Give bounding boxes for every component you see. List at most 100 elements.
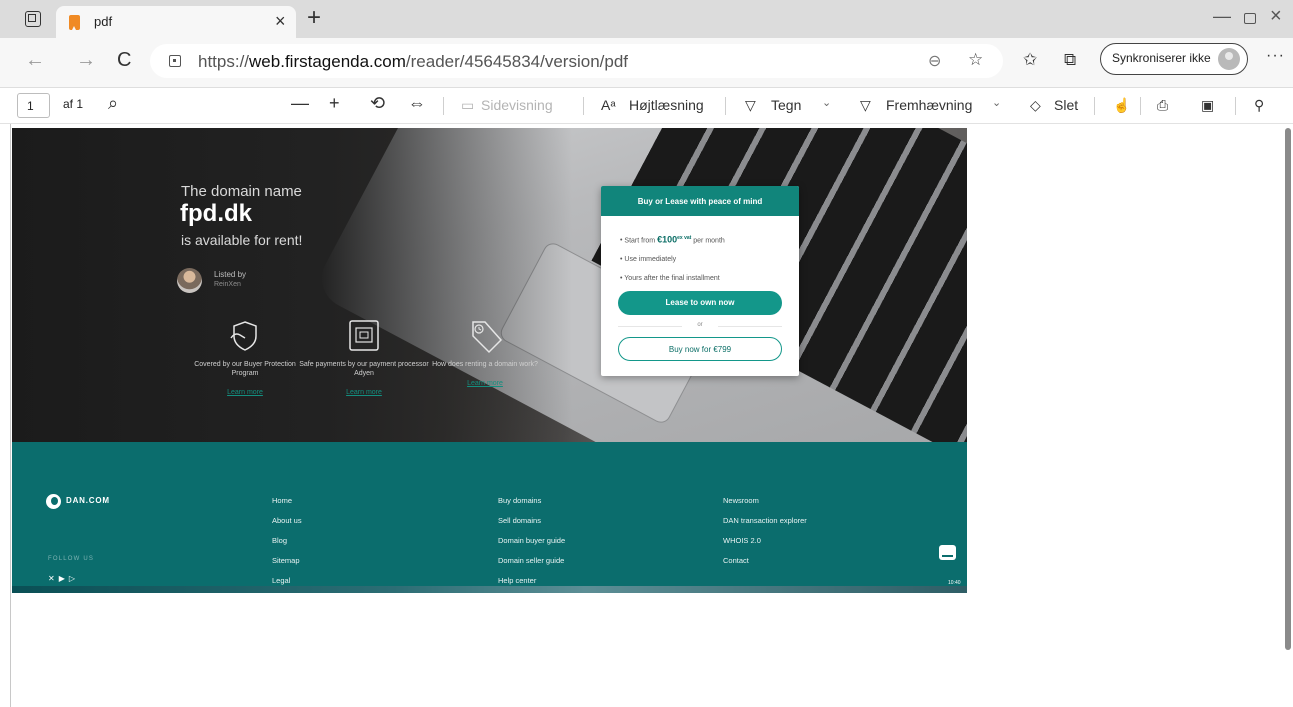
- settings-more-button[interactable]: ···: [1266, 47, 1285, 65]
- refresh-button[interactable]: C: [117, 49, 131, 72]
- tab-title: pdf: [94, 14, 113, 29]
- footer-column-resources: Newsroom DAN transaction explorer WHOIS …: [723, 496, 807, 576]
- shield-hand-icon: [225, 318, 265, 354]
- footer-link[interactable]: WHOIS 2.0: [723, 536, 807, 556]
- list-item: Use immediately: [620, 250, 725, 269]
- buy-now-button[interactable]: Buy now for €799: [618, 337, 782, 361]
- availability-text: is available for rent!: [181, 232, 303, 248]
- domain-intro-text: The domain name: [181, 183, 302, 200]
- minimize-button[interactable]: —: [1213, 6, 1231, 27]
- toolbar-divider: [583, 97, 584, 115]
- zoom-out-button[interactable]: —: [291, 93, 309, 114]
- viewer-left-border: [10, 124, 11, 707]
- feature-buyer-protection: Covered by our Buyer Protection Program …: [180, 318, 310, 396]
- save-icon[interactable]: ▣: [1201, 97, 1214, 114]
- tab-actions-icon[interactable]: [25, 11, 41, 27]
- lease-to-own-button[interactable]: Lease to own now: [618, 291, 782, 315]
- highlight-icon[interactable]: ▽: [860, 97, 871, 114]
- learn-more-link[interactable]: Learn more: [180, 389, 310, 396]
- price-tag-icon: [465, 318, 505, 354]
- footer-link[interactable]: Sitemap: [272, 556, 302, 576]
- pdf-toolbar: 1 af 1 ⌕ — + ⟲ ⇔ ▭ Sidevisning Aᵃ Højtlæ…: [0, 88, 1293, 124]
- footer-column-domains: Buy domains Sell domains Domain buyer gu…: [498, 496, 565, 593]
- domain-name: fpd.dk: [180, 200, 252, 227]
- taskbar-strip: [12, 586, 967, 593]
- tab-pdf[interactable]: pdf ×: [56, 6, 296, 38]
- chat-icon[interactable]: [939, 545, 956, 560]
- offer-benefits-list: Start from €100ex vat per month Use imme…: [620, 229, 725, 288]
- page-number-input[interactable]: 1: [17, 93, 50, 118]
- offer-heading: Buy or Lease with peace of mind: [601, 186, 799, 216]
- feature-text: Covered by our Buyer Protection Program: [194, 361, 296, 377]
- footer-link[interactable]: Blog: [272, 536, 302, 556]
- print-icon[interactable]: ⎙: [1157, 97, 1168, 114]
- social-icons[interactable]: ✕▶▷: [48, 574, 79, 583]
- seller-avatar: [177, 268, 202, 293]
- highlight-dropdown-chevron-icon[interactable]: ⌄: [992, 96, 1001, 109]
- erase-button[interactable]: Slet: [1054, 97, 1078, 113]
- read-aloud-button[interactable]: Højtlæsning: [629, 97, 704, 113]
- page-total: af 1: [63, 97, 84, 111]
- toolbar-divider: [1140, 97, 1141, 115]
- site-info-icon[interactable]: [169, 55, 181, 67]
- learn-more-link[interactable]: Learn more: [420, 380, 550, 387]
- footer-logo[interactable]: DAN.COM: [66, 496, 110, 505]
- draw-dropdown-chevron-icon[interactable]: ⌄: [822, 96, 831, 109]
- tab-close-icon[interactable]: ×: [275, 11, 286, 32]
- footer-link[interactable]: Sell domains: [498, 516, 565, 536]
- toolbar-divider: [1094, 97, 1095, 115]
- footer-link[interactable]: Contact: [723, 556, 807, 576]
- tray-clock: 10:40: [948, 580, 961, 586]
- eraser-icon[interactable]: ◇: [1030, 97, 1041, 114]
- draw-button[interactable]: Tegn: [771, 97, 801, 113]
- footer-link[interactable]: Home: [272, 496, 302, 516]
- site-footer: DAN.COM FOLLOW US ✕▶▷ Home About us Blog…: [12, 442, 967, 593]
- profile-avatar-icon: [1218, 48, 1240, 70]
- read-aloud-icon[interactable]: Aᵃ: [601, 97, 616, 113]
- new-tab-button[interactable]: +: [307, 4, 321, 32]
- search-icon[interactable]: ⌕: [108, 93, 118, 114]
- learn-more-link[interactable]: Learn more: [299, 389, 429, 396]
- divider: [718, 326, 782, 327]
- collections-icon[interactable]: ⧉: [1064, 50, 1076, 70]
- footer-link[interactable]: Newsroom: [723, 496, 807, 516]
- footer-link[interactable]: Domain seller guide: [498, 556, 565, 576]
- footer-link[interactable]: DAN transaction explorer: [723, 516, 807, 536]
- rotate-icon[interactable]: ⟲: [370, 93, 385, 114]
- back-button[interactable]: ←: [25, 49, 45, 72]
- monthly-price: €100: [657, 234, 678, 245]
- favorites-icon[interactable]: ✩: [1023, 50, 1037, 70]
- dan-logo-icon: [46, 494, 61, 509]
- url-text[interactable]: https://web.firstagenda.com/reader/45645…: [198, 52, 628, 72]
- restore-button[interactable]: [1244, 13, 1256, 24]
- touch-icon: ☝: [1113, 97, 1131, 113]
- bookmark-favicon-icon: [69, 15, 80, 30]
- zoom-icon[interactable]: ⊖: [928, 51, 941, 71]
- payment-terminal-icon: [344, 318, 384, 354]
- sync-status-label: Synkroniserer ikke: [1112, 51, 1211, 65]
- close-window-button[interactable]: ×: [1270, 5, 1282, 28]
- zoom-in-button[interactable]: +: [329, 93, 340, 114]
- add-favorite-icon[interactable]: ☆: [968, 50, 983, 70]
- highlight-button[interactable]: Fremhævning: [886, 97, 972, 113]
- list-item: Start from €100ex vat per month: [620, 229, 724, 250]
- pin-toolbar-icon[interactable]: ⚲: [1254, 97, 1264, 114]
- fit-page-icon[interactable]: ⇔: [408, 93, 426, 114]
- address-bar[interactable]: https://web.firstagenda.com/reader/45645…: [150, 44, 1003, 78]
- draw-icon[interactable]: ▽: [745, 97, 756, 114]
- pdf-page: The domain name fpd.dk is available for …: [12, 128, 967, 593]
- scrollbar-thumb[interactable]: [1285, 128, 1291, 650]
- feature-text: Safe payments by our payment processor A…: [299, 361, 429, 377]
- toolbar-divider: [443, 97, 444, 115]
- profile-sync-button[interactable]: Synkroniserer ikke: [1100, 43, 1248, 75]
- feature-safe-payments: Safe payments by our payment processor A…: [299, 318, 429, 396]
- forward-button[interactable]: →: [76, 49, 96, 72]
- tab-strip: pdf × + — ×: [0, 0, 1293, 38]
- navigation-bar: ← → C https://web.firstagenda.com/reader…: [0, 38, 1293, 88]
- footer-link[interactable]: Buy domains: [498, 496, 565, 516]
- footer-link[interactable]: Domain buyer guide: [498, 536, 565, 556]
- page-view-icon: ▭: [461, 97, 475, 113]
- hero-section: The domain name fpd.dk is available for …: [12, 128, 967, 593]
- footer-link[interactable]: About us: [272, 516, 302, 536]
- list-item: Yours after the final installment: [620, 269, 725, 288]
